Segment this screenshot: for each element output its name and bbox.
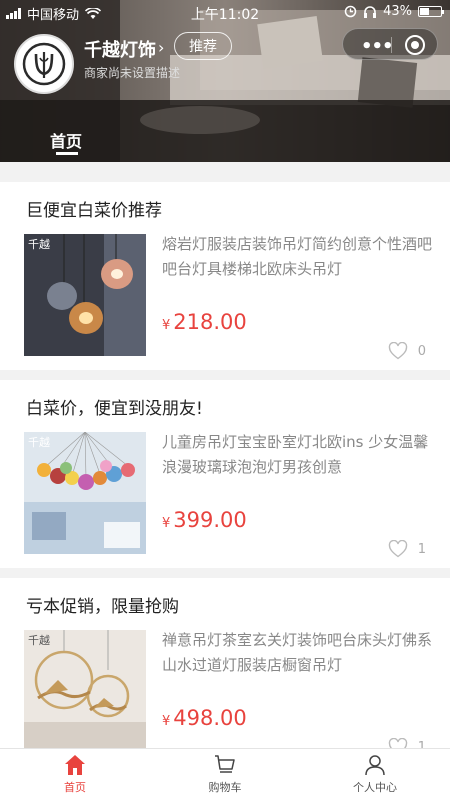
tab-cart[interactable]: 购物车 [175,753,275,795]
heart-icon[interactable] [388,540,408,558]
store-header: 中国移动 上午11:02 43% 千越灯饰 › 推荐 商家尚未设置描述 ••• … [0,0,450,162]
like-control[interactable]: 0 [388,342,426,360]
battery-percent: 43% [383,4,412,19]
section-title: 白菜价，便宜到没朋友! [26,399,203,419]
promo-section-1: 巨便宜白菜价推荐 千越 熔岩灯服装店装饰吊灯简约创意个性酒吧吧台灯具楼梯北欧床头… [0,182,450,370]
promo-section-3: 亏本促销，限量抢购 千越 禅意吊灯茶室玄关灯装饰吧台床头灯佛系山水过道灯服装店橱… [0,578,450,748]
product-price: ¥498.00 [162,706,247,730]
store-logo[interactable] [14,34,74,94]
product-price: ¥218.00 [162,310,247,334]
currency-symbol: ¥ [162,516,171,531]
section-title: 亏本促销，限量抢购 [26,597,179,617]
user-icon [365,755,385,776]
tab-home-bottom[interactable]: 首页 [25,753,125,795]
product-image[interactable]: 千越 [24,234,146,356]
battery-level-fill [420,8,429,15]
like-control[interactable]: 1 [388,540,426,558]
image-watermark: 千越 [28,436,50,449]
tab-label: 首页 [64,781,86,794]
capsule-divider [391,37,392,53]
recommend-button[interactable]: 推荐 [174,32,232,60]
currency-symbol: ¥ [162,714,171,729]
chevron-right-icon[interactable]: › [158,38,164,57]
store-logo-mark [22,42,66,86]
product-image[interactable]: 千越 [24,630,146,748]
lava-pendant-lamp-photo [24,234,146,356]
alarm-lock-icon [344,5,357,18]
price-value: 399.00 [173,508,247,532]
like-control[interactable]: 1 [388,738,426,748]
price-value: 218.00 [173,310,247,334]
status-bar: 中国移动 上午11:02 43% [0,0,450,24]
close-miniprogram-icon[interactable] [405,35,425,55]
product-name[interactable]: 儿童房吊灯宝宝卧室灯北欧ins 少女温馨浪漫玻璃球泡泡灯男孩创意 [162,430,432,480]
tab-home[interactable]: 首页 [50,128,82,152]
product-image[interactable]: 千越 [24,432,146,554]
heart-icon[interactable] [388,342,408,360]
tab-home-indicator [56,152,78,155]
store-name[interactable]: 千越灯饰 [84,36,156,62]
miniprogram-capsule: ••• [342,28,438,60]
store-description: 商家尚未设置描述 [84,66,181,80]
tab-profile[interactable]: 个人中心 [325,753,425,795]
heart-icon[interactable] [388,738,408,748]
tab-label: 个人中心 [353,781,397,794]
cart-icon [215,755,235,773]
headphones-icon [364,6,377,18]
product-price: ¥399.00 [162,508,247,532]
product-name[interactable]: 禅意吊灯茶室玄关灯装饰吧台床头灯佛系山水过道灯服装店橱窗吊灯 [162,628,432,678]
section-title: 巨便宜白菜价推荐 [26,201,162,221]
like-count: 1 [417,739,426,749]
home-icon [65,755,85,775]
more-options-icon[interactable]: ••• [361,36,394,57]
bottom-tab-bar: 首页 购物车 个人中心 [0,748,450,800]
currency-symbol: ¥ [162,318,171,333]
price-value: 498.00 [173,706,247,730]
image-watermark: 千越 [28,238,50,251]
bubble-ball-lamp-photo [24,432,146,554]
image-watermark: 千越 [28,634,50,647]
like-count: 0 [417,343,426,359]
promo-section-2: 白菜价，便宜到没朋友! 千越 儿童房吊灯宝宝卧室灯北欧ins 少女温馨浪漫玻璃球… [0,380,450,568]
product-name[interactable]: 熔岩灯服装店装饰吊灯简约创意个性酒吧吧台灯具楼梯北欧床头吊灯 [162,232,432,282]
tab-label: 购物车 [208,781,242,794]
like-count: 1 [417,541,426,557]
battery-icon [418,6,444,17]
